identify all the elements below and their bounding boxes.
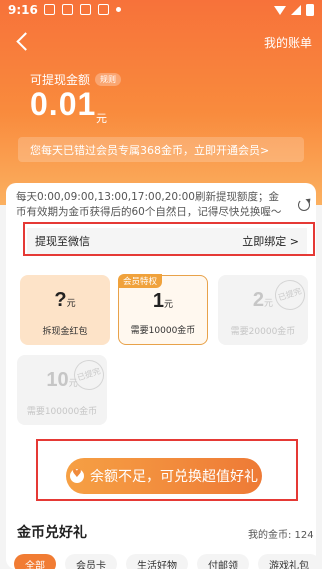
tile-caption: 需要100000金币 (26, 407, 98, 417)
bind-now-link[interactable]: 立即绑定 > (242, 233, 299, 249)
tile-caption: 拆现金红包 (42, 327, 88, 337)
status-bar: 9:16 (0, 0, 322, 22)
tile-caption: 需要20000金币 (230, 327, 296, 337)
wifi-icon (274, 5, 286, 15)
balance-amount: 0.01 (30, 86, 97, 122)
system-icons (274, 4, 314, 16)
withdraw-option-1-yuan[interactable]: 会员特权 1元 需要10000金币 (118, 274, 208, 345)
exchange-gifts-button[interactable]: 余额不足，可兑换超值好礼 (66, 458, 262, 494)
tab-membership-card[interactable]: 会员卡 (65, 554, 117, 569)
tile-value: 10元 (46, 369, 78, 391)
tab-game-gift[interactable]: 游戏礼包 (258, 554, 320, 569)
withdraw-to-wechat-row[interactable]: 提现至微信 立即绑定 > (27, 228, 307, 254)
back-button[interactable] (12, 30, 36, 54)
withdraw-label: 提现至微信 (35, 235, 90, 248)
tile-value: 1元 (152, 290, 174, 312)
my-coins: 我的金币: 124 (248, 530, 314, 541)
heart-icon (70, 467, 84, 483)
image-notification-icon (62, 4, 73, 15)
tile-value: 2元 (252, 289, 274, 311)
category-tabs: 全部 会员卡 生活好物 付邮领 游戏礼包 (14, 554, 322, 569)
status-time: 9:16 (8, 3, 38, 17)
tile-caption: 需要10000金币 (130, 326, 196, 336)
section-title: 金币兑好礼 (17, 525, 87, 541)
app-notification-icon (44, 4, 55, 15)
download-icon (80, 4, 91, 15)
tile-value: ?元 (54, 289, 76, 311)
withdraw-option-2-yuan[interactable]: 已提完 2元 需要20000金币 (218, 275, 309, 345)
withdraw-option-10-yuan[interactable]: 已提完 10元 需要100000金币 (17, 355, 108, 425)
membership-banner[interactable]: 您每天已错过会员专属368金币，立即开通会员> (18, 137, 304, 162)
my-account-link[interactable]: 我的账单 (264, 34, 312, 51)
dot-icon (116, 7, 121, 12)
rules-button[interactable]: 规则 (95, 73, 122, 86)
tab-all[interactable]: 全部 (14, 554, 56, 569)
tab-postage-claim[interactable]: 付邮领 (197, 554, 249, 569)
refresh-icon[interactable] (298, 199, 310, 211)
signal-icon (291, 5, 301, 15)
exchange-button-label: 余额不足，可兑换超值好礼 (90, 469, 258, 485)
app-notification-icon (98, 4, 109, 15)
balance-unit: 元 (96, 112, 107, 125)
redpack-tile[interactable]: ?元 拆现金红包 (20, 275, 110, 345)
refresh-notice: 每天0:00,09:00,13:00,17:00,20:00刷新提现额度；金币有… (16, 191, 282, 218)
member-privilege-badge: 会员特权 (118, 274, 163, 288)
notification-icons (44, 4, 121, 15)
battery-icon (306, 4, 314, 16)
tab-lifestyle[interactable]: 生活好物 (126, 554, 188, 569)
